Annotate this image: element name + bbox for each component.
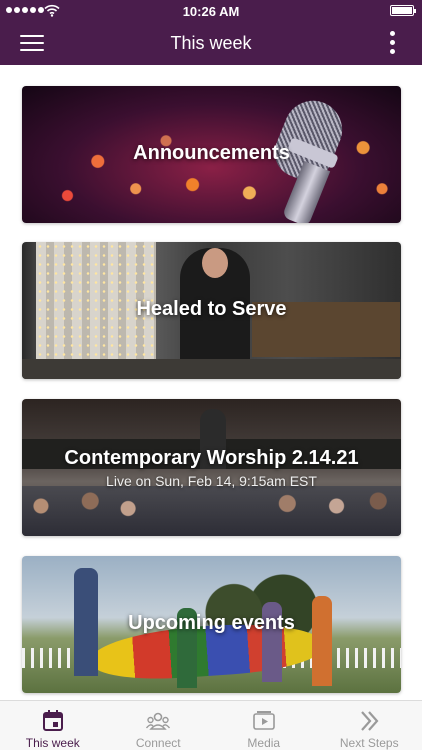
- tab-this-week[interactable]: This week: [0, 701, 106, 750]
- battery-icon: [390, 5, 416, 16]
- card-events[interactable]: Upcoming events: [22, 556, 401, 693]
- more-vertical-icon[interactable]: [390, 31, 396, 55]
- tab-label: This week: [25, 736, 80, 750]
- tab-media[interactable]: Media: [211, 701, 317, 750]
- nav-bar: This week: [0, 22, 422, 65]
- status-bar: 10:26 AM: [0, 0, 422, 22]
- tab-label: Connect: [135, 736, 181, 750]
- tab-connect[interactable]: Connect: [106, 701, 212, 750]
- media-play-icon: [252, 711, 275, 730]
- status-time: 10:26 AM: [182, 4, 240, 19]
- card-sermon[interactable]: Healed to Serve: [22, 242, 401, 379]
- people-icon: [146, 712, 171, 730]
- tab-label: Next Steps: [339, 736, 399, 750]
- card-announcements[interactable]: Announcements: [22, 86, 401, 223]
- tab-bar: This week Connect Media Next Steps: [0, 700, 422, 750]
- card-subtitle: Live on Sun, Feb 14, 9:15am EST: [106, 473, 317, 489]
- card-title: Announcements: [133, 142, 290, 164]
- feed: Announcements Healed to Serve Contempora…: [0, 65, 422, 700]
- tab-next-steps[interactable]: Next Steps: [317, 701, 422, 750]
- double-chevron-right-icon: [361, 711, 379, 731]
- calendar-icon: [42, 710, 63, 731]
- card-title: Upcoming events: [128, 612, 295, 634]
- tab-label: Media: [247, 736, 281, 750]
- card-worship[interactable]: Contemporary Worship 2.14.21 Live on Sun…: [22, 399, 401, 536]
- page-title: This week: [170, 33, 252, 53]
- card-title: Contemporary Worship 2.14.21: [64, 447, 359, 469]
- card-title: Healed to Serve: [136, 298, 287, 320]
